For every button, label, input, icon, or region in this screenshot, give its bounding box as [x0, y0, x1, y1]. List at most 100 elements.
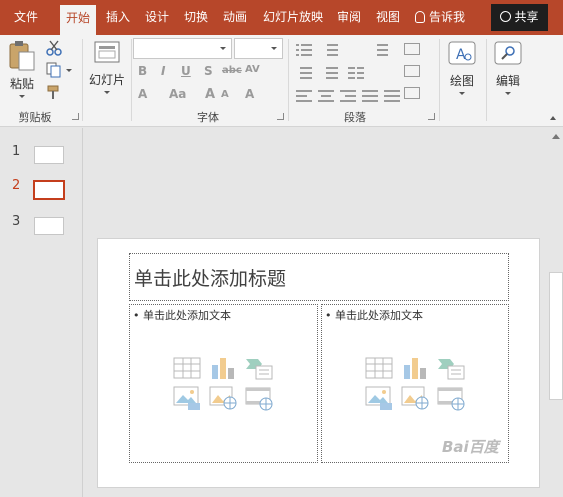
- svg-text:A: A: [456, 47, 466, 63]
- share-button[interactable]: 共享: [491, 4, 548, 31]
- new-slide-icon: [94, 41, 120, 63]
- line-spacing-icon[interactable]: [372, 43, 388, 56]
- cut-icon[interactable]: [46, 40, 62, 56]
- new-slide-caret-icon: [104, 91, 110, 94]
- smartart-icon[interactable]: [244, 355, 274, 381]
- text-shadow-icon[interactable]: S: [204, 64, 213, 78]
- group-divider: [82, 39, 83, 121]
- chart-icon[interactable]: [208, 355, 238, 381]
- paste-caret-icon: [19, 95, 25, 98]
- thumbnail-number: 2: [12, 178, 21, 193]
- tab-view[interactable]: 视图: [372, 0, 404, 35]
- scrollbar-thumb[interactable]: [549, 272, 563, 400]
- vertical-scrollbar[interactable]: [548, 128, 563, 497]
- slide-thumbnail-2[interactable]: [33, 180, 65, 200]
- strikethrough-icon[interactable]: abc: [222, 65, 242, 76]
- paste-icon: [9, 41, 35, 71]
- share-label: 共享: [514, 10, 539, 24]
- tab-design[interactable]: 设计: [141, 0, 173, 35]
- tab-transitions[interactable]: 切换: [180, 0, 212, 35]
- clipboard-group-label: 剪贴板: [18, 111, 52, 124]
- font-size-dropdown[interactable]: [234, 38, 283, 59]
- font-group-label: 字体: [197, 111, 219, 124]
- chart-icon[interactable]: [400, 355, 430, 381]
- slide-thumbnail-3[interactable]: [34, 217, 64, 235]
- tab-slideshow[interactable]: 幻灯片放映: [258, 0, 328, 35]
- font-color-icon[interactable]: A: [138, 87, 147, 101]
- decrease-indent-icon[interactable]: [296, 66, 312, 79]
- align-center-icon[interactable]: [318, 89, 334, 102]
- content-icon-grid: [364, 355, 466, 415]
- ribbon-tab-bar: 文件 开始 插入 设计 切换 动画 幻灯片放映 审阅 视图 告诉我 共享: [0, 0, 563, 35]
- new-slide-button[interactable]: 幻灯片: [87, 39, 127, 101]
- tell-me-label: 告诉我: [429, 10, 466, 24]
- online-picture-icon[interactable]: [208, 385, 238, 411]
- left-content-text: • 单击此处添加文本: [133, 309, 231, 322]
- watermark: Bai百度: [442, 438, 499, 456]
- tab-animations[interactable]: 动画: [219, 0, 251, 35]
- font-size-caret-icon: [271, 47, 277, 50]
- smartart-icon[interactable]: [436, 355, 466, 381]
- share-person-icon: [500, 11, 512, 22]
- picture-icon[interactable]: [364, 385, 394, 411]
- italic-icon[interactable]: I: [161, 64, 165, 78]
- video-icon[interactable]: [436, 385, 466, 411]
- character-spacing-icon[interactable]: AV: [245, 64, 260, 75]
- distributed-icon[interactable]: [384, 89, 400, 102]
- paste-button[interactable]: 粘贴: [6, 39, 38, 101]
- align-left-icon[interactable]: [296, 89, 312, 102]
- online-picture-icon[interactable]: [400, 385, 430, 411]
- tell-me-search[interactable]: 告诉我: [415, 0, 465, 35]
- drawing-label: 绘图: [449, 74, 474, 88]
- align-text-icon[interactable]: [404, 65, 420, 77]
- tab-home[interactable]: 开始: [60, 5, 96, 35]
- bullets-icon[interactable]: [296, 43, 312, 56]
- paragraph-launcher-icon[interactable]: [428, 113, 435, 120]
- clear-formatting-icon[interactable]: A: [245, 87, 254, 101]
- tab-file[interactable]: 文件: [4, 0, 48, 35]
- tab-review[interactable]: 审阅: [333, 0, 365, 35]
- lightbulb-icon: [415, 11, 425, 23]
- format-painter-icon[interactable]: [46, 84, 62, 100]
- scroll-up-icon[interactable]: [552, 134, 560, 139]
- table-icon[interactable]: [172, 355, 202, 381]
- numbering-icon[interactable]: [322, 43, 338, 56]
- group-divider: [131, 39, 132, 121]
- justify-icon[interactable]: [362, 89, 378, 102]
- clipboard-launcher-icon[interactable]: [72, 113, 79, 120]
- editing-button[interactable]: 编辑: [490, 39, 526, 101]
- table-icon[interactable]: [364, 355, 394, 381]
- change-case-icon[interactable]: Aa: [169, 87, 186, 101]
- decrease-font-icon[interactable]: A: [221, 89, 229, 100]
- columns-icon[interactable]: [348, 66, 364, 79]
- drawing-button[interactable]: A 绘图: [444, 39, 480, 101]
- right-content-text: • 单击此处添加文本: [325, 309, 423, 322]
- title-placeholder[interactable]: 单击此处添加标题: [129, 253, 509, 301]
- text-direction-icon[interactable]: [404, 43, 420, 55]
- slide-thumbnail-pane: 1 2 3: [0, 128, 83, 497]
- bold-icon[interactable]: B: [138, 64, 147, 78]
- group-divider: [439, 39, 440, 121]
- increase-font-icon[interactable]: A: [205, 87, 215, 102]
- drawing-caret-icon: [459, 92, 465, 95]
- collapse-ribbon-icon[interactable]: [550, 116, 556, 120]
- picture-icon[interactable]: [172, 385, 202, 411]
- content-icon-grid: [172, 355, 274, 415]
- align-right-icon[interactable]: [340, 89, 356, 102]
- left-content-placeholder[interactable]: • 单击此处添加文本: [129, 304, 318, 463]
- increase-indent-icon[interactable]: [322, 66, 338, 79]
- font-name-dropdown[interactable]: [133, 38, 232, 59]
- font-launcher-icon[interactable]: [277, 113, 284, 120]
- new-slide-label: 幻灯片: [88, 73, 125, 87]
- ribbon-home: 粘贴 剪贴板 幻灯片 B I U S abc AV A Aa A A A 字体: [0, 35, 563, 127]
- tab-insert[interactable]: 插入: [102, 0, 134, 35]
- slide-thumbnail-1[interactable]: [34, 146, 64, 164]
- underline-icon[interactable]: U: [181, 64, 191, 78]
- copy-caret-icon[interactable]: [66, 69, 72, 72]
- video-icon[interactable]: [244, 385, 274, 411]
- smartart-convert-icon[interactable]: [404, 87, 420, 99]
- copy-icon[interactable]: [46, 62, 62, 78]
- shapes-icon: A: [448, 41, 476, 65]
- editing-label: 编辑: [495, 74, 520, 88]
- group-divider: [288, 39, 289, 121]
